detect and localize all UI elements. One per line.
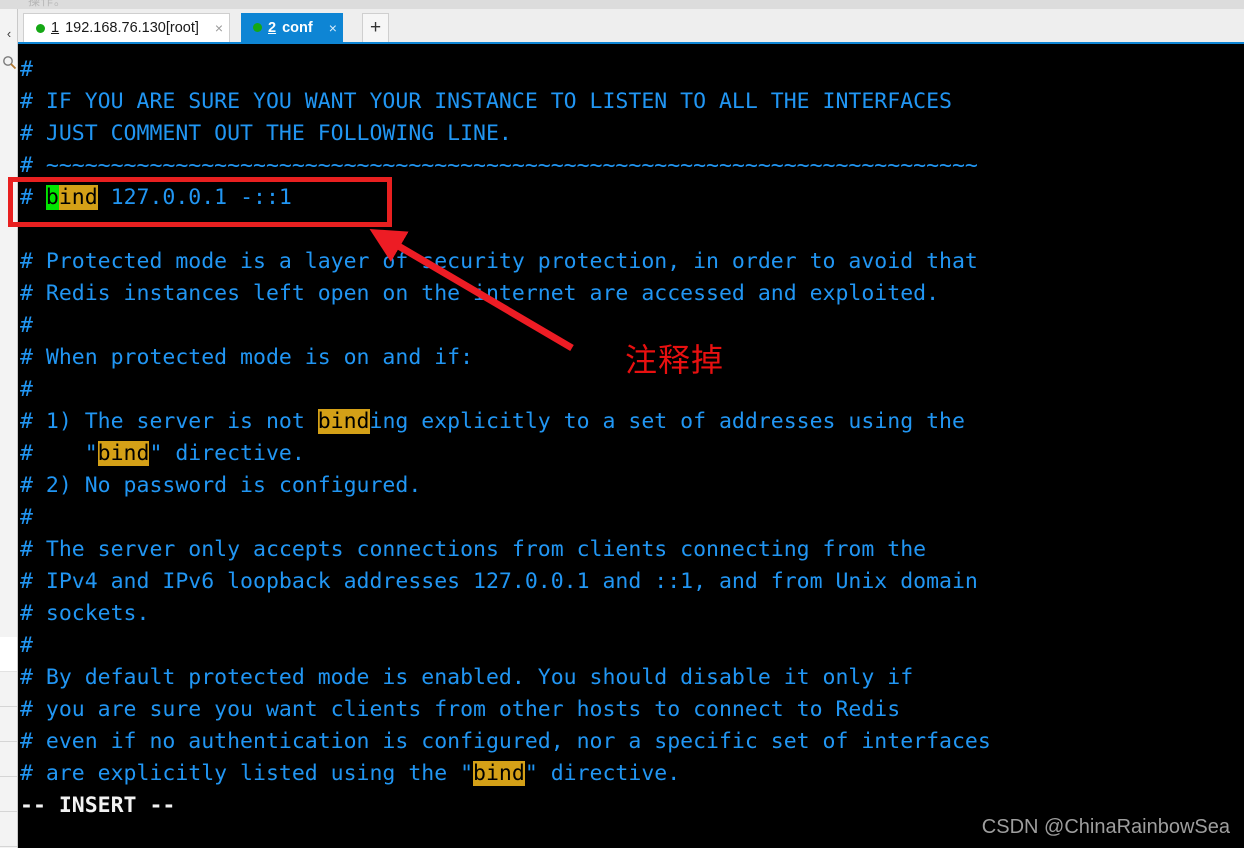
terminal-line: # bind 127.0.0.1 -::1 <box>20 182 1244 214</box>
left-rail: ‹ <box>0 9 18 848</box>
terminal-text-run: # you are sure you want clients from oth… <box>20 697 901 722</box>
terminal-text-run: # sockets. <box>20 601 150 626</box>
terminal-line: # Protected mode is a layer of security … <box>20 246 1244 278</box>
terminal-text-run: # IF YOU ARE SURE YOU WANT YOUR INSTANCE… <box>20 89 952 114</box>
terminal-line: # <box>20 54 1244 86</box>
terminal-line: # <box>20 630 1244 662</box>
terminal-line: # <box>20 502 1244 534</box>
status-dot-icon <box>36 23 45 33</box>
terminal-line: # "bind" directive. <box>20 438 1244 470</box>
terminal-line: # are explicitly listed using the "bind"… <box>20 758 1244 790</box>
terminal-line: # 2) No password is configured. <box>20 470 1244 502</box>
terminal-text-run: # When protected mode is on and if: <box>20 345 474 370</box>
watermark: CSDN @ChinaRainbowSea <box>981 816 1230 838</box>
window-ghost-text: 操作。 <box>28 0 68 8</box>
tab-label: 192.168.76.130[root] <box>65 20 199 36</box>
terminal-line: # IPv4 and IPv6 loopback addresses 127.0… <box>20 566 1244 598</box>
search-highlight: bind <box>473 761 525 786</box>
terminal-text-run: " directive. <box>149 441 305 466</box>
terminal-window: 操作。 ‹ 1 192.168.76.130[root] × 2 conf × … <box>0 0 1244 848</box>
terminal-text-run: # The server only accepts connections fr… <box>20 537 927 562</box>
rail-divider <box>0 707 17 742</box>
rail-divider <box>0 812 17 847</box>
terminal-text-run: # IPv4 and IPv6 loopback addresses 127.0… <box>20 569 978 594</box>
rail-dividers <box>0 637 17 847</box>
terminal-text-run: # <box>20 185 46 210</box>
tab-bar: 1 192.168.76.130[root] × 2 conf × + <box>18 9 1244 42</box>
rail-divider <box>0 637 17 672</box>
terminal-text-run: # 2) No password is configured. <box>20 473 422 498</box>
collapse-chevron-icon[interactable]: ‹ <box>0 25 18 43</box>
search-icon[interactable] <box>2 55 17 70</box>
search-highlight: bind <box>97 441 150 466</box>
terminal-text-run: # even if no authentication is configure… <box>20 729 991 754</box>
status-dot-icon <box>253 23 262 32</box>
terminal-line: # The server only accepts connections fr… <box>20 534 1244 566</box>
terminal-text-run: # " <box>20 441 98 466</box>
terminal-line: # 1) The server is not binding explicitl… <box>20 406 1244 438</box>
tab-number: 1 <box>51 20 60 36</box>
terminal-line: # IF YOU ARE SURE YOU WANT YOUR INSTANCE… <box>20 86 1244 118</box>
terminal-line: # even if no authentication is configure… <box>20 726 1244 758</box>
terminal-text-run: # <box>20 313 33 338</box>
status-mode-label: -- INSERT -- <box>20 793 176 818</box>
terminal-text-run: # 1) The server is not <box>20 409 318 434</box>
tab-label: conf <box>282 19 313 36</box>
terminal-text-run: # <box>20 377 33 402</box>
terminal-text-run: # <box>20 633 33 658</box>
terminal-text-run: 127.0.0.1 -::1 <box>97 185 292 210</box>
close-icon[interactable]: × <box>215 20 223 36</box>
terminal-text-run: # JUST COMMENT OUT THE FOLLOWING LINE. <box>20 121 512 146</box>
terminal-text[interactable]: # # IF YOU ARE SURE YOU WANT YOUR INSTANC… <box>18 44 1244 848</box>
terminal-line: # By default protected mode is enabled. … <box>20 662 1244 694</box>
new-tab-button[interactable]: + <box>362 13 389 42</box>
terminal-text-run: # are explicitly listed using the " <box>20 761 474 786</box>
search-highlight: bind <box>317 409 370 434</box>
terminal-line: # Redis instances left open on the inter… <box>20 278 1244 310</box>
rail-divider <box>0 672 17 707</box>
tab-session-1[interactable]: 1 192.168.76.130[root] × <box>23 13 231 42</box>
terminal-text-run: # ~~~~~~~~~~~~~~~~~~~~~~~~~~~~~~~~~~~~~~… <box>20 153 978 178</box>
rail-divider <box>0 742 17 777</box>
rail-divider <box>0 777 17 812</box>
close-icon[interactable]: × <box>329 20 337 36</box>
search-highlight: ind <box>58 185 98 210</box>
terminal-line: # JUST COMMENT OUT THE FOLLOWING LINE. <box>20 118 1244 150</box>
terminal-text-run: # Protected mode is a layer of security … <box>20 249 978 274</box>
terminal-text-run: # <box>20 57 33 82</box>
terminal-text-run: # <box>20 505 33 530</box>
annotation-note: 注释掉 <box>625 341 725 379</box>
terminal-line: # sockets. <box>20 598 1244 630</box>
window-top-strip: 操作。 <box>0 0 1244 9</box>
terminal-text-run: # Redis instances left open on the inter… <box>20 281 940 306</box>
terminal-text-run: ing explicitly to a set of addresses usi… <box>369 409 965 434</box>
terminal-line: # you are sure you want clients from oth… <box>20 694 1244 726</box>
tab-number: 2 <box>268 19 277 36</box>
terminal-pane[interactable]: # # IF YOU ARE SURE YOU WANT YOUR INSTANC… <box>18 42 1244 848</box>
terminal-line: # ~~~~~~~~~~~~~~~~~~~~~~~~~~~~~~~~~~~~~~… <box>20 150 1244 182</box>
terminal-text-run: # By default protected mode is enabled. … <box>20 665 914 690</box>
cursor-block: b <box>45 185 59 210</box>
terminal-text-run: " directive. <box>524 761 681 786</box>
tab-session-2[interactable]: 2 conf × <box>241 13 343 42</box>
